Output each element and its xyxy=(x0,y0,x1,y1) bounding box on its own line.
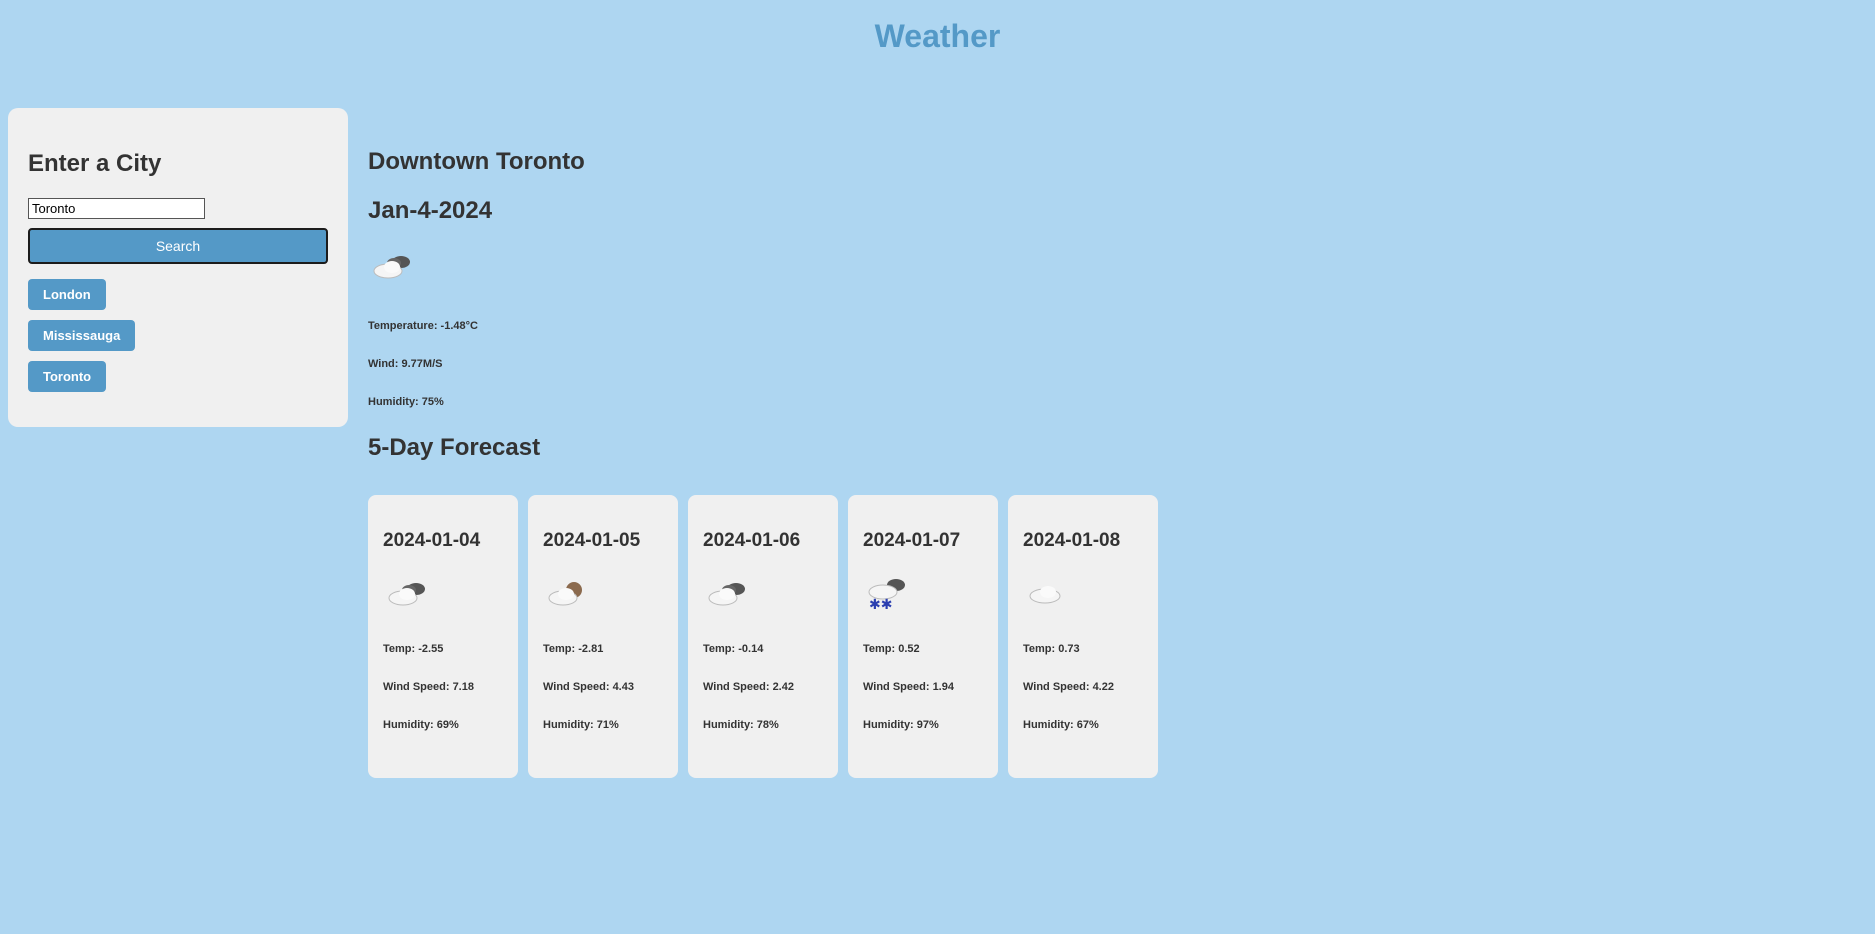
forecast-date: 2024-01-07 xyxy=(863,530,961,551)
forecast-temp: Temp: 0.73 xyxy=(1023,643,1080,655)
current-wind: Wind: 9.77M/S xyxy=(368,358,443,370)
forecast-wind: Wind Speed: 2.42 xyxy=(703,681,794,693)
forecast-date: 2024-01-08 xyxy=(1023,530,1121,551)
forecast-heading: 5-Day Forecast xyxy=(368,434,541,461)
forecast-humidity: Humidity: 69% xyxy=(383,719,459,731)
forecast-humidity: Humidity: 71% xyxy=(543,719,619,731)
forecast-temp: Temp: -0.14 xyxy=(703,643,764,655)
forecast-card: 2024-01-05 Temp: -2.81 Wind Speed: 4.43 … xyxy=(528,495,678,778)
cloudy-icon xyxy=(388,583,425,606)
weather-main: Downtown Toronto Jan-4-2024 Temperature:… xyxy=(368,148,1268,778)
forecast-wind: Wind Speed: 4.43 xyxy=(543,681,634,693)
forecast-date: 2024-01-06 xyxy=(703,530,801,551)
current-humidity: Humidity: 75% xyxy=(368,396,444,408)
history-button-mississauga[interactable]: Mississauga xyxy=(28,320,136,351)
forecast-temp: Temp: -2.55 xyxy=(383,643,444,655)
forecast-date: 2024-01-05 xyxy=(543,530,641,551)
current-temperature: Temperature: -1.48°C xyxy=(368,320,478,332)
forecast-humidity: Humidity: 67% xyxy=(1023,719,1099,731)
snow-icon: ✱✱ xyxy=(868,579,905,613)
current-date: Jan-4-2024 xyxy=(368,197,493,224)
cloud-icon xyxy=(1029,586,1061,604)
forecast-date: 2024-01-04 xyxy=(383,530,481,551)
search-history: London Mississauga Toronto xyxy=(28,279,328,392)
search-button[interactable]: Search xyxy=(28,228,328,264)
city-input[interactable] xyxy=(28,198,205,219)
forecast-humidity: Humidity: 78% xyxy=(703,719,779,731)
app-title: Weather xyxy=(874,18,1001,54)
forecast-temp: Temp: 0.52 xyxy=(863,643,920,655)
forecast-card: 2024-01-06 Temp: -0.14 Wind Speed: 2.42 … xyxy=(688,495,838,778)
current-city-name: Downtown Toronto xyxy=(368,148,585,175)
partly-cloudy-icon xyxy=(548,582,582,606)
forecast-temp: Temp: -2.81 xyxy=(543,643,604,655)
forecast-wind: Wind Speed: 7.18 xyxy=(383,681,474,693)
forecast-list: 2024-01-04 Temp: -2.55 Wind Speed: 7.18 … xyxy=(368,495,1268,778)
forecast-card: 2024-01-07 ✱✱ Temp: 0.52 Wind Speed: 1.9… xyxy=(848,495,998,778)
history-button-london[interactable]: London xyxy=(28,279,106,310)
forecast-wind: Wind Speed: 1.94 xyxy=(863,681,954,693)
forecast-wind: Wind Speed: 4.22 xyxy=(1023,681,1114,693)
forecast-card: 2024-01-04 Temp: -2.55 Wind Speed: 7.18 … xyxy=(368,495,518,778)
history-button-toronto[interactable]: Toronto xyxy=(28,361,107,392)
search-heading: Enter a City xyxy=(28,150,162,177)
cloudy-icon xyxy=(373,256,410,279)
svg-text:✱✱: ✱✱ xyxy=(869,597,892,612)
forecast-card: 2024-01-08 Temp: 0.73 Wind Speed: 4.22 H… xyxy=(1008,495,1158,778)
cloudy-icon xyxy=(708,583,745,606)
city-search-panel: Enter a City Search London Mississauga T… xyxy=(8,108,348,427)
forecast-humidity: Humidity: 97% xyxy=(863,719,939,731)
